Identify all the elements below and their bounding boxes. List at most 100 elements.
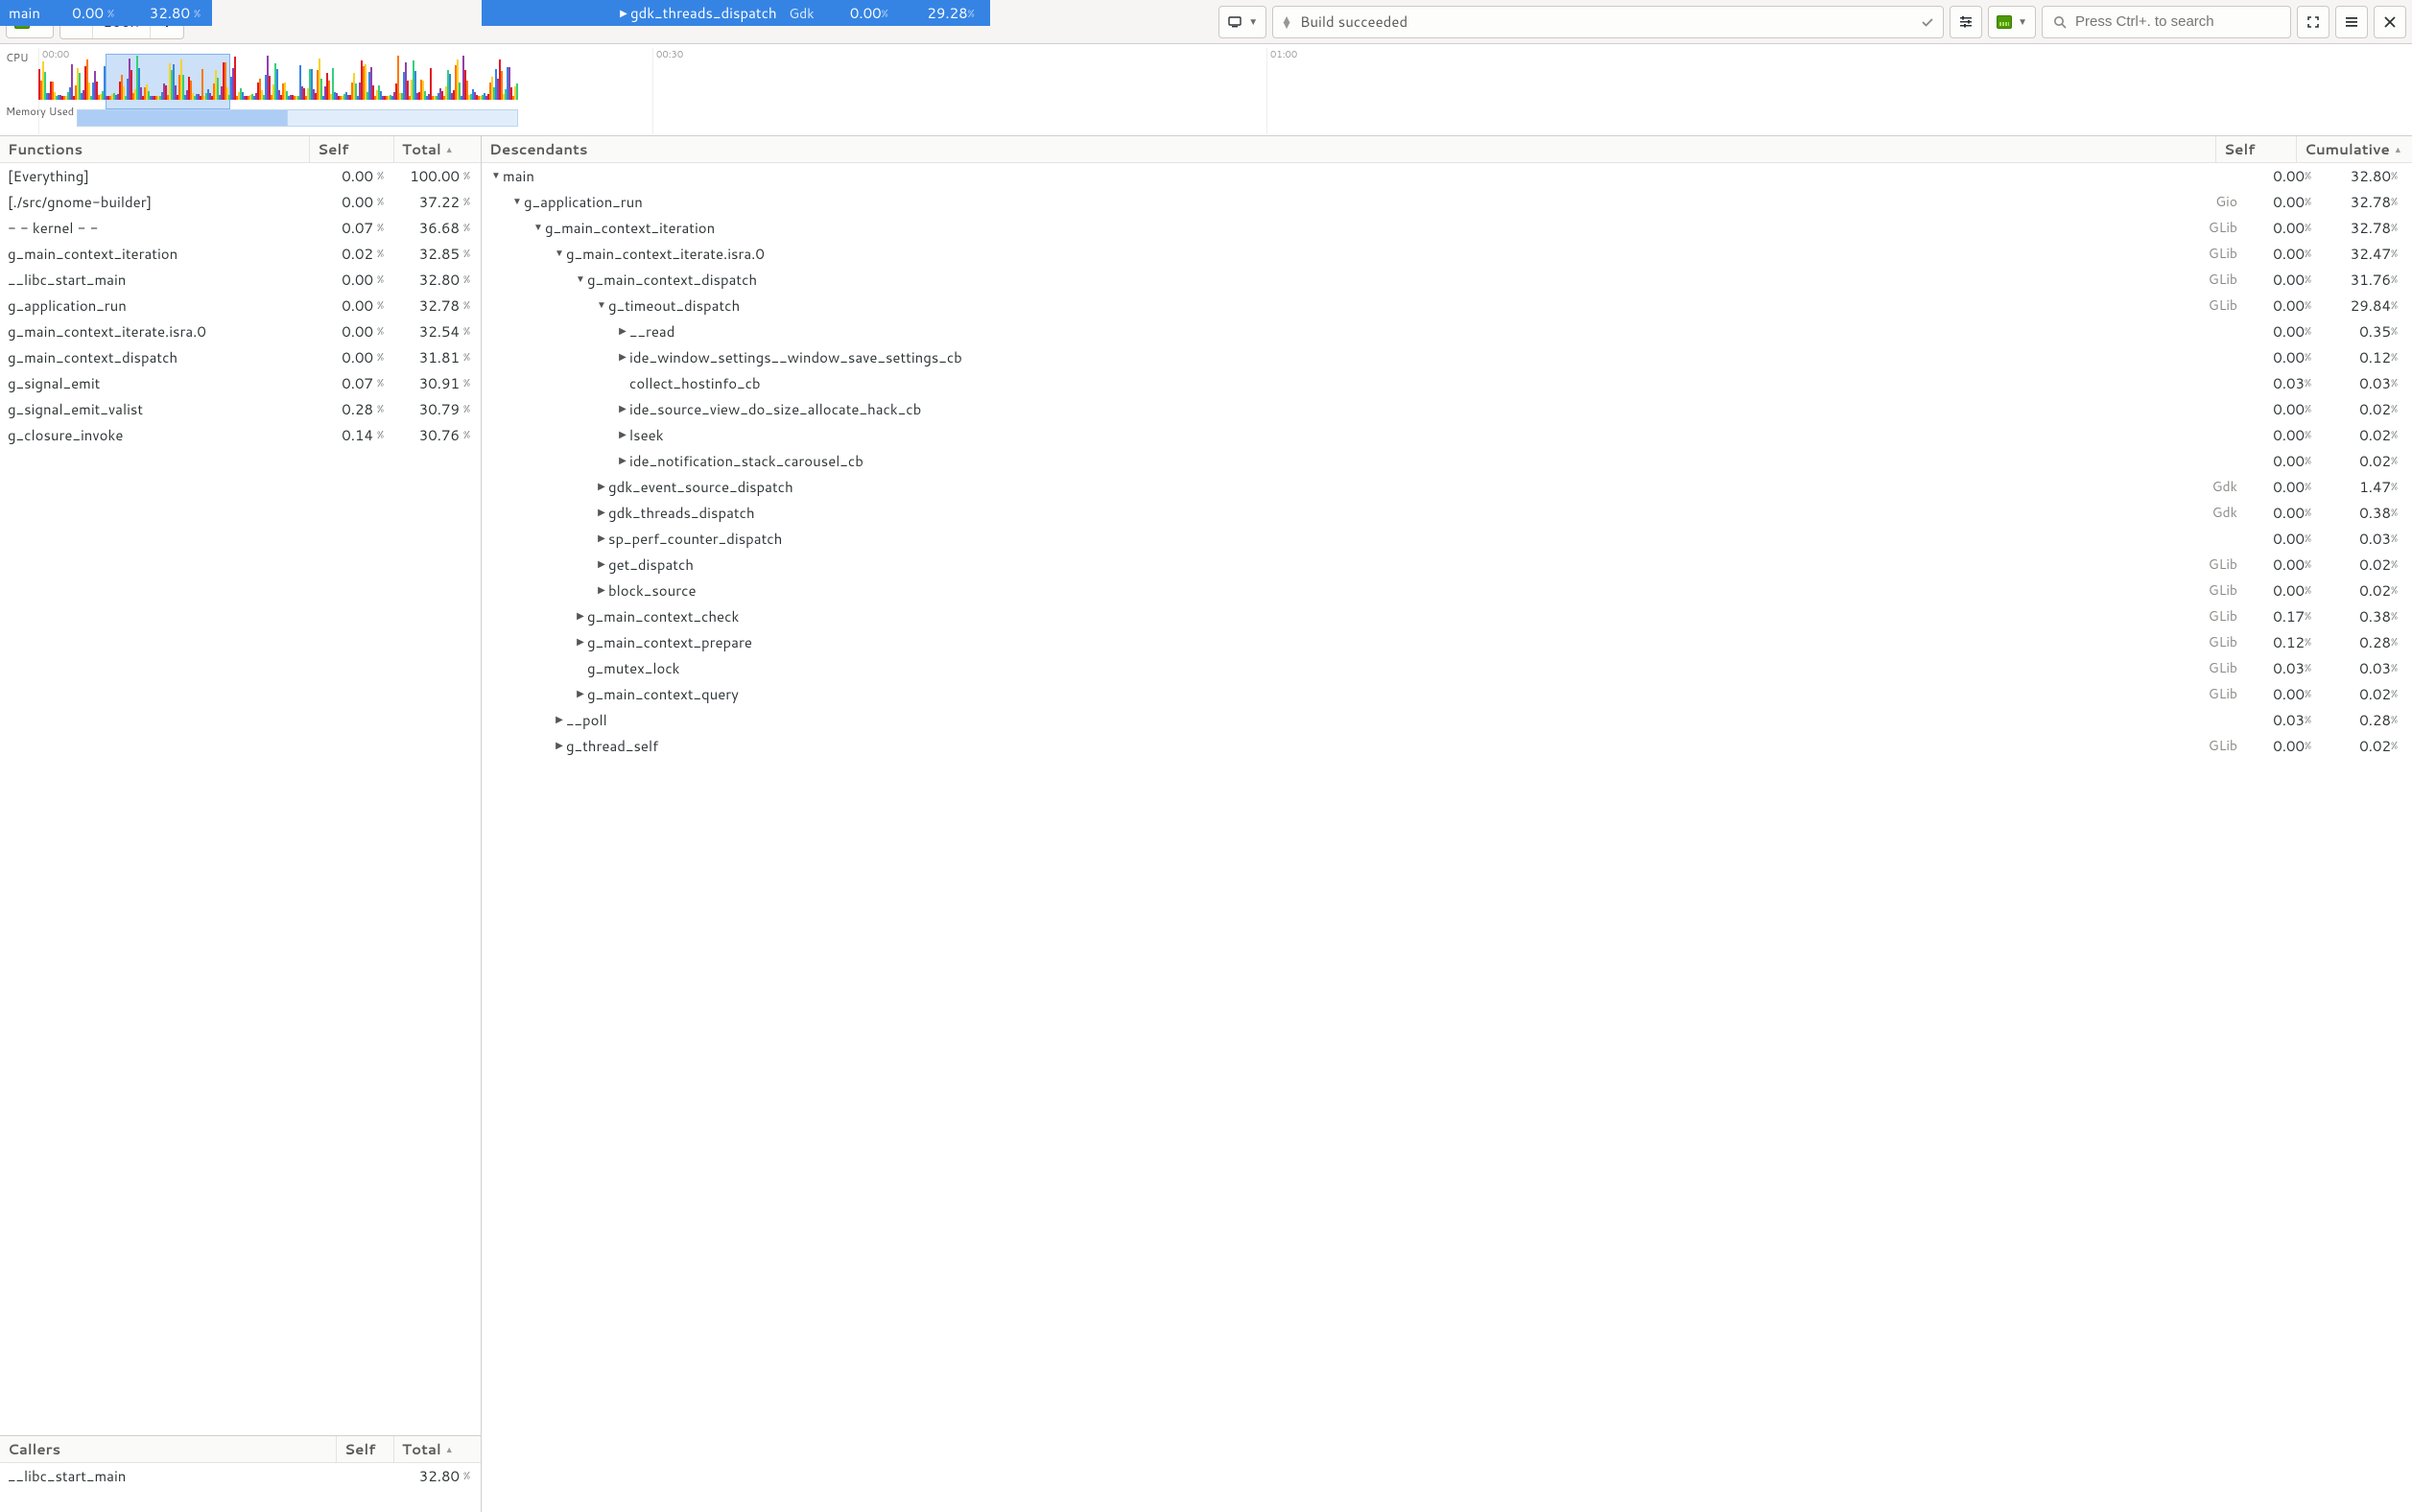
- descendant-name: ide_source_view_do_size_allocate_hack_cb: [629, 399, 921, 419]
- timeline-selection[interactable]: [106, 54, 230, 109]
- col-self[interactable]: Self: [310, 136, 394, 162]
- function-name: g_main_context_iteration: [0, 244, 310, 264]
- function-row[interactable]: g_closure_invoke0.14%30.76%: [0, 422, 481, 448]
- expander-icon[interactable]: ▶: [553, 713, 566, 726]
- descendant-row[interactable]: ▼g_application_runGio0.00%32.78%: [482, 189, 2412, 215]
- descendant-row[interactable]: collect_hostinfo_cb0.03%0.03%: [482, 370, 2412, 396]
- fullscreen-button[interactable]: [2297, 6, 2329, 38]
- function-row[interactable]: __libc_start_main0.00%32.80%: [0, 267, 481, 293]
- expander-icon[interactable]: ▶: [595, 583, 608, 597]
- expander-icon[interactable]: ▶: [595, 557, 608, 571]
- search-input[interactable]: [2075, 13, 2281, 30]
- descendant-row[interactable]: ▶block_sourceGLib0.00%0.02%: [482, 578, 2412, 603]
- device-menu-button[interactable]: ▼: [1218, 6, 1266, 38]
- descendant-row[interactable]: ▶__poll0.03%0.28%: [482, 707, 2412, 733]
- expander-icon[interactable]: ▼: [532, 221, 545, 234]
- descendant-row[interactable]: ▶g_main_context_queryGLib0.00%0.02%: [482, 681, 2412, 707]
- function-name: - - kernel - -: [0, 218, 310, 238]
- expander-icon[interactable]: ▶: [616, 428, 629, 441]
- descendant-row[interactable]: ▼g_timeout_dispatchGLib0.00%29.84%: [482, 293, 2412, 319]
- expander-icon[interactable]: ▶: [595, 506, 608, 519]
- descendants-header: Descendants Self Cumulative▲: [482, 136, 2412, 163]
- descendant-row[interactable]: ▶gdk_event_source_dispatchGdk0.00%1.47%: [482, 474, 2412, 500]
- expander-icon[interactable]: ▶: [595, 480, 608, 493]
- col-self[interactable]: Self: [2216, 136, 2297, 162]
- function-row[interactable]: g_main_context_iterate.isra.00.00%32.54%: [0, 319, 481, 344]
- expander-icon[interactable]: ▼: [574, 272, 587, 286]
- total-value: 30.79: [394, 399, 463, 419]
- self-value: 0.00: [2243, 192, 2305, 212]
- callers-pane: Callers Self Total▲ __libc_start_main32.…: [0, 1435, 481, 1512]
- function-row[interactable]: g_main_context_dispatch0.00%31.81%: [0, 344, 481, 370]
- expander-icon[interactable]: ▼: [553, 247, 566, 260]
- build-config-button[interactable]: [1950, 6, 1982, 38]
- self-value: 0.00: [2243, 503, 2305, 523]
- self-value: 0.00: [2243, 347, 2305, 367]
- descendant-row[interactable]: ▶gdk_threads_dispatchGdk0.00%0.38%: [482, 500, 2412, 526]
- cumulative-value: 0.03: [2324, 373, 2391, 393]
- descendant-row[interactable]: ▶ide_source_view_do_size_allocate_hack_c…: [482, 396, 2412, 422]
- descendant-row[interactable]: ▼g_main_context_iterate.isra.0GLib0.00%3…: [482, 241, 2412, 267]
- col-functions[interactable]: Functions: [0, 136, 310, 162]
- expander-icon[interactable]: ▶: [616, 350, 629, 364]
- col-total[interactable]: Total▲: [394, 1436, 481, 1462]
- descendant-name: lseek: [629, 425, 664, 445]
- library-label: GLib: [2200, 632, 2243, 651]
- total-value: 32.80: [394, 1466, 463, 1486]
- search-box[interactable]: [2042, 6, 2291, 38]
- descendant-row[interactable]: ▶g_main_context_prepareGLib0.12%0.28%: [482, 629, 2412, 655]
- col-cumulative[interactable]: Cumulative▲: [2297, 136, 2412, 162]
- col-callers[interactable]: Callers: [0, 1436, 337, 1462]
- expander-icon[interactable]: ▼: [595, 298, 608, 312]
- omnibar[interactable]: ▲▼ Build succeeded: [1272, 6, 1944, 38]
- descendant-row[interactable]: ▶ide_window_settings__window_save_settin…: [482, 344, 2412, 370]
- descendant-row[interactable]: ▶lseek0.00%0.02%: [482, 422, 2412, 448]
- caller-row[interactable]: __libc_start_main32.80%: [0, 1463, 481, 1489]
- expander-icon[interactable]: ▼: [510, 195, 524, 208]
- function-row[interactable]: g_main_context_iteration0.02%32.85%: [0, 241, 481, 267]
- run-menu-button[interactable]: ▼: [1988, 6, 2036, 38]
- expander-icon[interactable]: ▶: [616, 324, 629, 338]
- self-value: 0.00: [2243, 218, 2305, 238]
- function-row[interactable]: g_signal_emit_valist0.28%30.79%: [0, 396, 481, 422]
- expander-icon[interactable]: ▶: [595, 532, 608, 545]
- close-button[interactable]: [2374, 6, 2406, 38]
- total-value: 30.76: [394, 425, 463, 445]
- function-row[interactable]: g_signal_emit0.07%30.91%: [0, 370, 481, 396]
- timeline[interactable]: CPU Memory Used 00:0000:3001:00: [0, 44, 2412, 136]
- descendant-row[interactable]: ▶__read0.00%0.35%: [482, 319, 2412, 344]
- expander-icon[interactable]: ▶: [574, 635, 587, 649]
- descendant-row[interactable]: ▶sp_perf_counter_dispatch0.00%0.03%: [482, 526, 2412, 552]
- expander-icon[interactable]: ▶: [553, 739, 566, 752]
- descendant-row[interactable]: ▶g_main_context_checkGLib0.17%0.38%: [482, 603, 2412, 629]
- col-total[interactable]: Total▲: [394, 136, 481, 162]
- expander-icon[interactable]: ▶: [574, 609, 587, 623]
- expander-icon[interactable]: ▶: [574, 687, 587, 700]
- descendant-row[interactable]: ▼main0.00%32.80%: [482, 163, 2412, 189]
- cumulative-value: 0.02: [2324, 425, 2391, 445]
- descendant-row[interactable]: ▼g_main_context_iterationGLib0.00%32.78%: [482, 215, 2412, 241]
- descendant-row[interactable]: ▶get_dispatchGLib0.00%0.02%: [482, 552, 2412, 578]
- descendant-row[interactable]: g_mutex_lockGLib0.03%0.03%: [482, 655, 2412, 681]
- expander-icon[interactable]: ▶: [616, 454, 629, 467]
- expander-icon[interactable]: ▶: [616, 402, 629, 415]
- cumulative-value: 0.02: [2324, 451, 2391, 471]
- menu-button[interactable]: [2335, 6, 2368, 38]
- descendant-row[interactable]: ▼g_main_context_dispatchGLib0.00%31.76%: [482, 267, 2412, 293]
- function-row[interactable]: [./src/gnome-builder]0.00%37.22%: [0, 189, 481, 215]
- descendant-row[interactable]: ▶ide_notification_stack_carousel_cb0.00%…: [482, 448, 2412, 474]
- self-value: 0.00: [2243, 736, 2305, 756]
- function-row[interactable]: g_application_run0.00%32.78%: [0, 293, 481, 319]
- descendants-pane: Descendants Self Cumulative▲ ▼main0.00%3…: [482, 136, 2412, 1512]
- self-value: 0.00: [2243, 529, 2305, 549]
- function-row[interactable]: - - kernel - -0.07%36.68%: [0, 215, 481, 241]
- descendant-row[interactable]: ▶g_thread_selfGLib0.00%0.02%: [482, 733, 2412, 759]
- col-self[interactable]: Self: [337, 1436, 394, 1462]
- col-descendants[interactable]: Descendants: [482, 136, 2216, 162]
- expander-icon[interactable]: ▼: [489, 169, 503, 182]
- self-value: 0.28: [310, 399, 377, 419]
- cumulative-value: 29.84: [2324, 295, 2391, 316]
- descendant-name: main: [503, 166, 534, 186]
- function-row[interactable]: [Everything]0.00%100.00%: [0, 163, 481, 189]
- cpu-label: CPU: [6, 50, 28, 65]
